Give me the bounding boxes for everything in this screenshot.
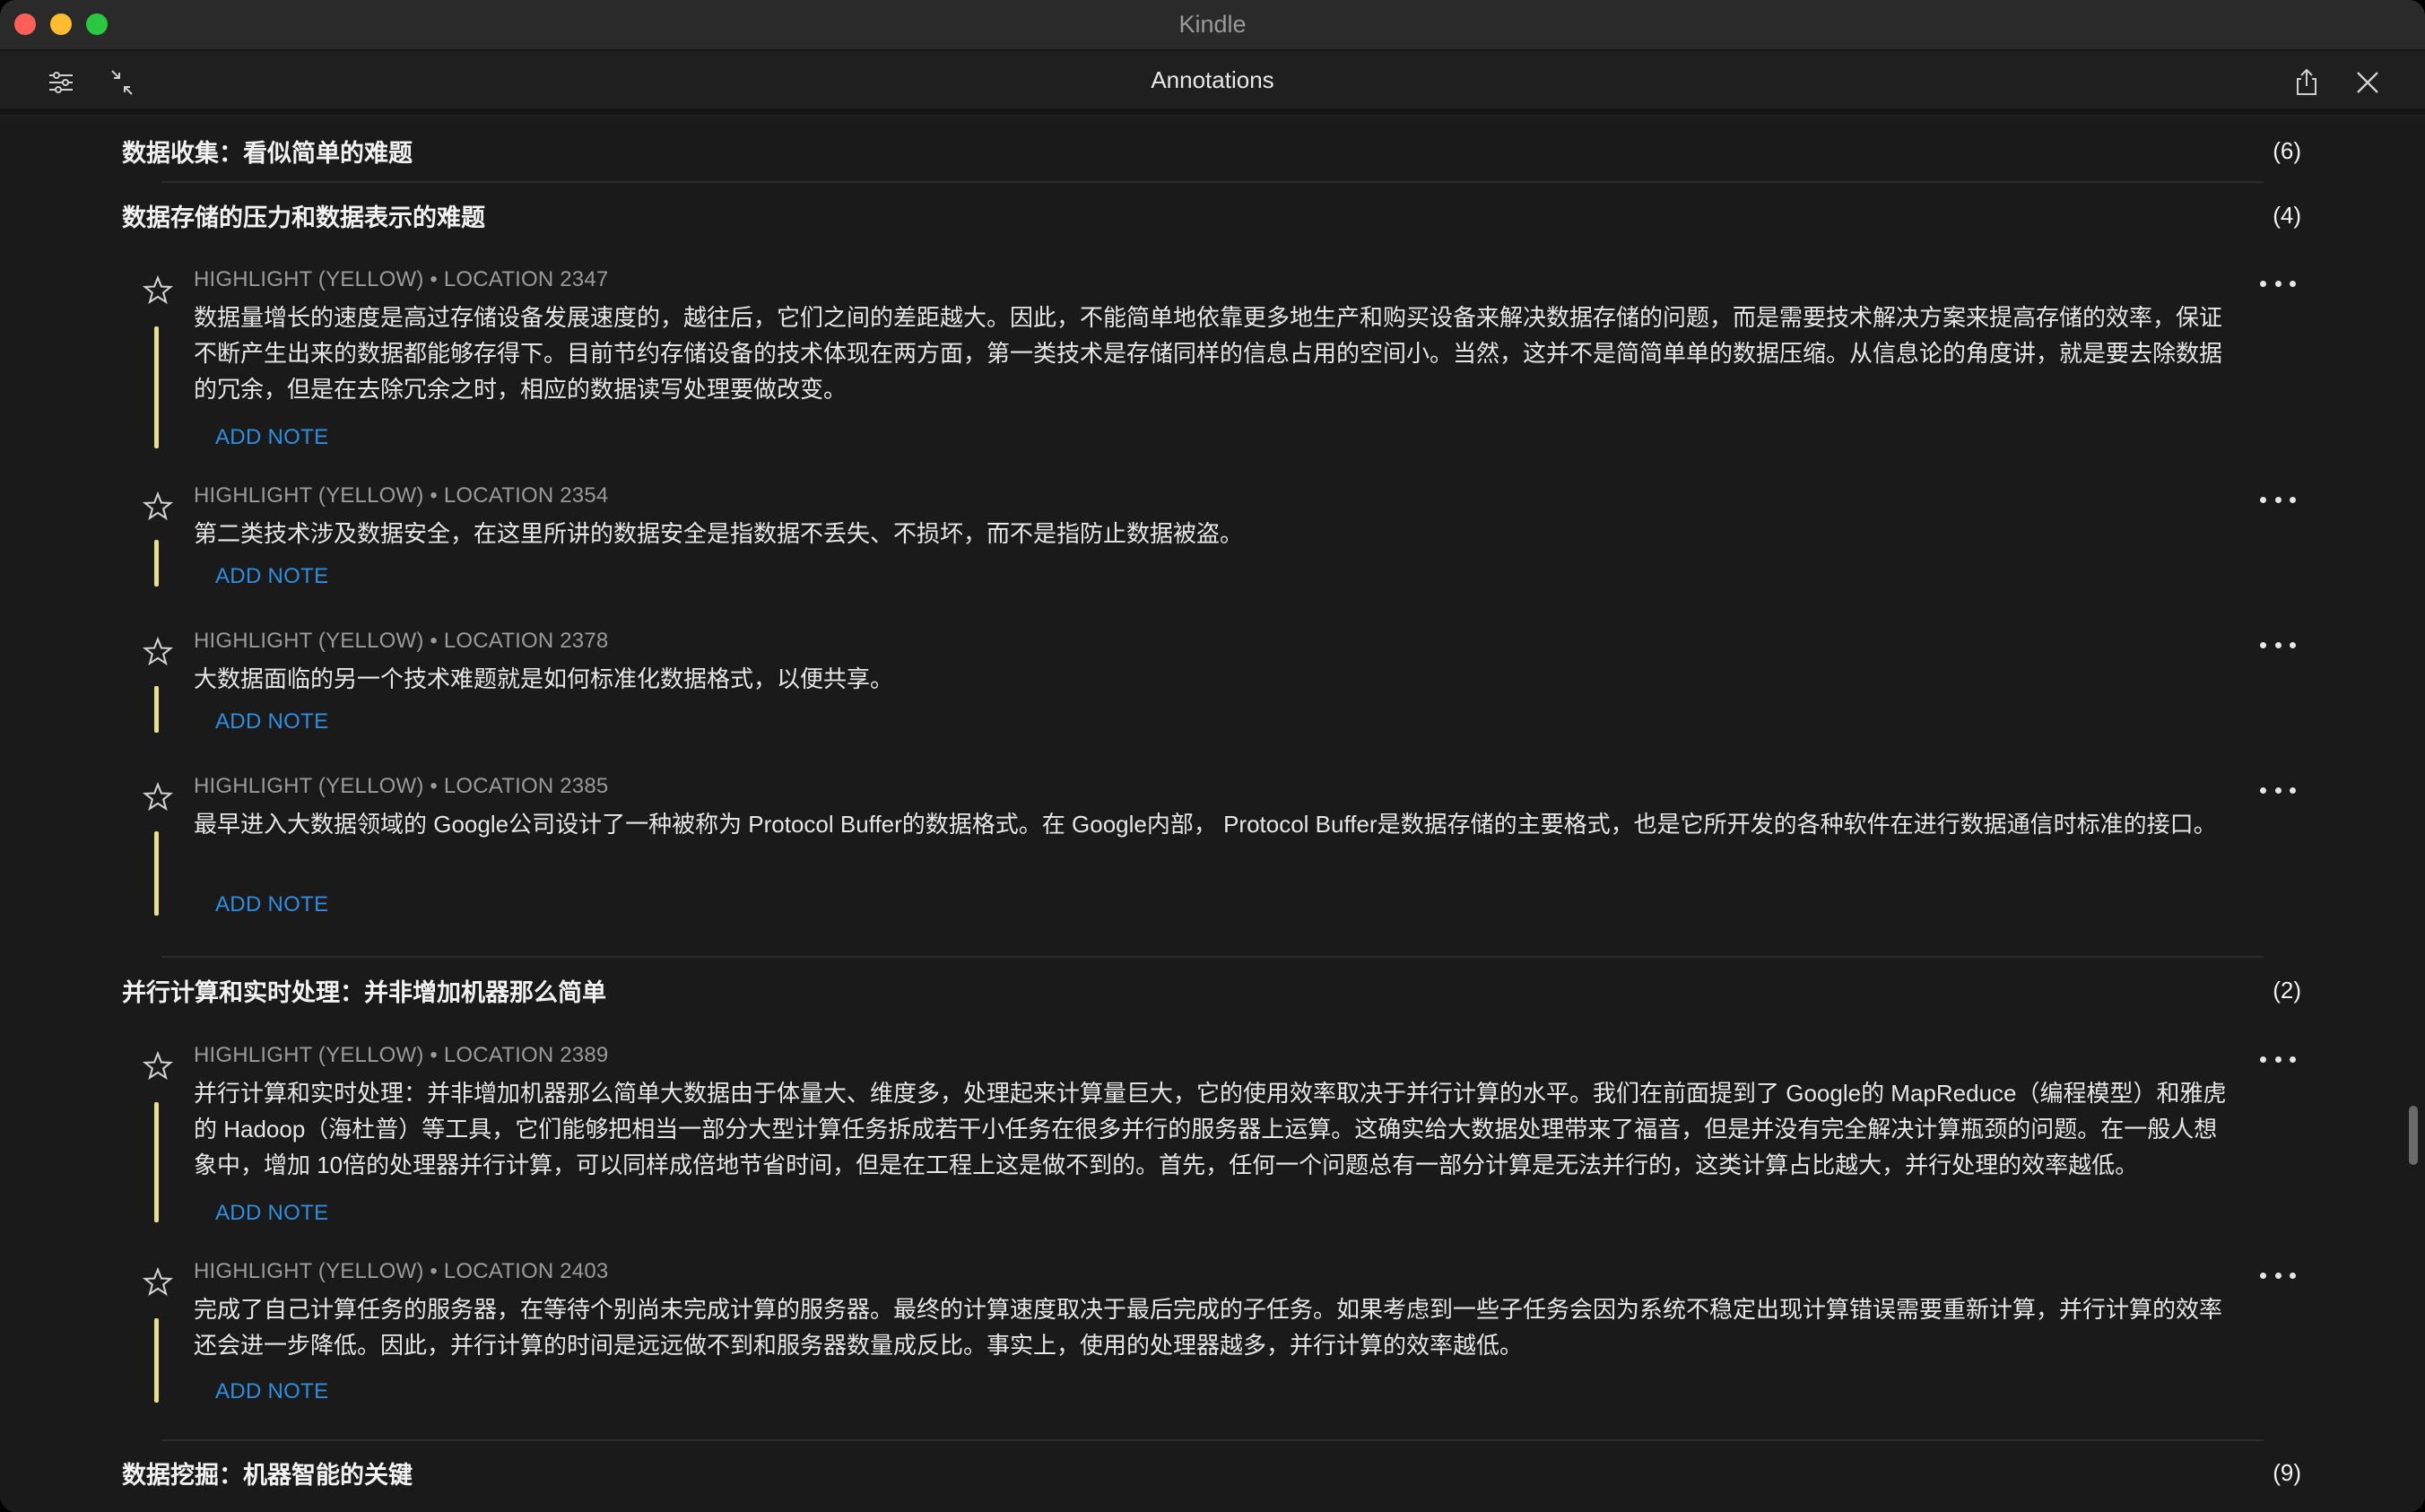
section-title: 并行计算和实时处理：并非增加机器那么简单 bbox=[122, 978, 606, 1006]
annotation-text[interactable]: 第二类技术涉及数据安全，在这里所讲的数据安全是指数据不丢失、不损坏，而不是指防止… bbox=[194, 516, 2238, 552]
divider bbox=[161, 181, 2264, 183]
more-options-icon[interactable] bbox=[2260, 781, 2296, 799]
annotation-text[interactable]: 数据量增长的速度是高过存储设备发展速度的，越往后，它们之间的差距越大。因此，不能… bbox=[194, 300, 2238, 407]
add-note-button[interactable]: ADD NOTE bbox=[215, 564, 328, 589]
star-icon[interactable] bbox=[142, 1050, 174, 1082]
annotation-text[interactable]: 最早进入大数据领域的 Google公司设计了一种被称为 Protocol Buf… bbox=[194, 806, 2238, 842]
section-count: (9) bbox=[2273, 1458, 2301, 1486]
annotations-list[interactable]: 数据收集：看似简单的难题 (6) 数据存储的压力和数据表示的难题 (4) HIG… bbox=[0, 119, 2425, 1512]
more-options-icon[interactable] bbox=[2260, 491, 2296, 508]
divider bbox=[161, 956, 2264, 958]
highlight-color-bar bbox=[154, 1318, 159, 1403]
annotation-text[interactable]: 并行计算和实时处理：并非增加机器那么简单大数据由于体量大、维度多，处理起来计算量… bbox=[194, 1075, 2238, 1183]
divider bbox=[161, 1439, 2264, 1441]
add-note-button[interactable]: ADD NOTE bbox=[215, 1201, 328, 1226]
section-title: 数据存储的压力和数据表示的难题 bbox=[122, 204, 485, 231]
scrollbar-thumb[interactable] bbox=[2409, 1106, 2418, 1165]
highlight-color-bar bbox=[154, 540, 159, 587]
star-icon[interactable] bbox=[142, 491, 174, 523]
star-icon[interactable] bbox=[142, 636, 174, 668]
more-options-icon[interactable] bbox=[2260, 274, 2296, 292]
annotation-meta: HIGHLIGHT (YELLOW) • LOCATION 2389 bbox=[194, 1043, 609, 1067]
section-title: 数据挖掘：机器智能的关键 bbox=[122, 1461, 413, 1489]
highlight-color-bar bbox=[154, 1102, 159, 1222]
highlight-color-bar bbox=[154, 686, 159, 733]
annotation-meta: HIGHLIGHT (YELLOW) • LOCATION 2347 bbox=[194, 267, 609, 291]
annotation-item: HIGHLIGHT (YELLOW) • LOCATION 2389 并行计算和… bbox=[122, 1043, 2301, 1231]
kindle-window: Kindle Annotations 数据收集：看似简单的难题 (6) 数据存储… bbox=[0, 0, 2425, 1512]
annotation-meta: HIGHLIGHT (YELLOW) • LOCATION 2354 bbox=[194, 483, 609, 508]
more-options-icon[interactable] bbox=[2260, 1266, 2296, 1284]
highlight-color-bar bbox=[154, 326, 159, 448]
close-icon[interactable] bbox=[2350, 65, 2386, 100]
star-icon[interactable] bbox=[142, 274, 174, 307]
section-count: (6) bbox=[2273, 136, 2301, 164]
annotation-meta: HIGHLIGHT (YELLOW) • LOCATION 2378 bbox=[194, 629, 609, 653]
section-header[interactable]: 数据收集：看似简单的难题 (6) bbox=[122, 124, 2301, 178]
app-title: Kindle bbox=[1178, 11, 1247, 38]
more-options-icon[interactable] bbox=[2260, 1050, 2296, 1068]
annotations-toolbar: Annotations bbox=[0, 51, 2425, 114]
add-note-button[interactable]: ADD NOTE bbox=[215, 892, 328, 917]
annotation-item: HIGHLIGHT (YELLOW) • LOCATION 2403 完成了自己… bbox=[122, 1259, 2301, 1421]
annotation-meta: HIGHLIGHT (YELLOW) • LOCATION 2385 bbox=[194, 774, 609, 798]
section-count: (2) bbox=[2273, 976, 2301, 1004]
annotation-meta: HIGHLIGHT (YELLOW) • LOCATION 2403 bbox=[194, 1259, 609, 1283]
section-count: (4) bbox=[2273, 201, 2301, 229]
star-icon[interactable] bbox=[142, 1266, 174, 1299]
section-header[interactable]: 数据存储的压力和数据表示的难题 (4) bbox=[122, 188, 2301, 242]
add-note-button[interactable]: ADD NOTE bbox=[215, 1379, 328, 1404]
panel-title: Annotations bbox=[1151, 66, 1274, 93]
annotation-text[interactable]: 大数据面临的另一个技术难题就是如何标准化数据格式，以便共享。 bbox=[194, 661, 2238, 697]
section-header[interactable]: 数据挖掘：机器智能的关键 (9) bbox=[122, 1446, 2301, 1499]
add-note-button[interactable]: ADD NOTE bbox=[215, 709, 328, 734]
add-note-button[interactable]: ADD NOTE bbox=[215, 425, 328, 450]
section-title: 数据收集：看似简单的难题 bbox=[122, 139, 413, 167]
annotation-item: HIGHLIGHT (YELLOW) • LOCATION 2354 第二类技术… bbox=[122, 483, 2301, 609]
annotation-item: HIGHLIGHT (YELLOW) • LOCATION 2378 大数据面临… bbox=[122, 629, 2301, 754]
star-icon[interactable] bbox=[142, 781, 174, 813]
section-header[interactable]: 并行计算和实时处理：并非增加机器那么简单 (2) bbox=[122, 963, 2301, 1017]
more-options-icon[interactable] bbox=[2260, 636, 2296, 654]
annotation-item: HIGHLIGHT (YELLOW) • LOCATION 2347 数据量增长… bbox=[122, 267, 2301, 456]
annotation-item: HIGHLIGHT (YELLOW) • LOCATION 2385 最早进入大… bbox=[122, 774, 2301, 935]
highlight-color-bar bbox=[154, 831, 159, 916]
title-bar: Kindle bbox=[0, 0, 2425, 50]
share-icon[interactable] bbox=[2289, 65, 2325, 100]
annotation-text[interactable]: 完成了自己计算任务的服务器，在等待个别尚未完成计算的服务器。最终的计算速度取决于… bbox=[194, 1291, 2238, 1363]
